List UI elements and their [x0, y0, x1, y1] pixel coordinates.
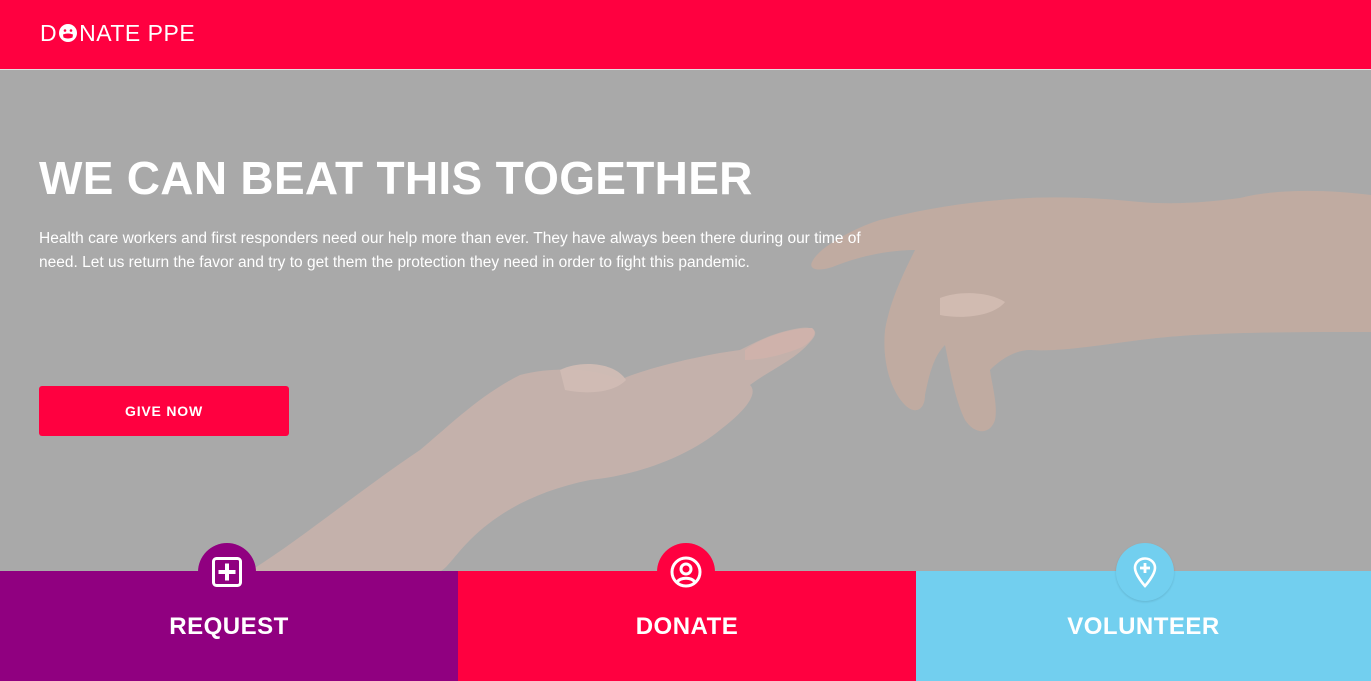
- volunteer-label: VOLUNTEER: [1067, 613, 1220, 640]
- logo-text-start: D: [40, 20, 58, 46]
- request-label: REQUEST: [169, 613, 289, 640]
- plus-square-icon: [212, 557, 242, 587]
- logo-text-end: NATE PPE: [79, 20, 196, 46]
- face-mask-icon: [58, 22, 78, 42]
- hero-description: Health care workers and first responders…: [39, 230, 861, 271]
- site-header: D NATE PPE: [0, 0, 1371, 70]
- give-now-button[interactable]: GIVE NOW: [39, 386, 289, 436]
- hero-title: WE CAN BEAT THIS TOGETHER: [39, 152, 753, 204]
- donate-icon-circle[interactable]: [657, 543, 715, 601]
- donate-label: DONATE: [635, 613, 739, 640]
- reaching-hands-image: [0, 70, 1371, 571]
- user-circle-icon: [670, 556, 702, 588]
- map-pin-plus-icon: [1133, 557, 1157, 588]
- site-logo[interactable]: D NATE PPE: [40, 20, 195, 46]
- request-icon-circle[interactable]: [198, 543, 256, 601]
- volunteer-icon-circle[interactable]: [1116, 543, 1174, 601]
- page: D NATE PPE WE CAN BEAT THIS TOGETHER Hea…: [0, 0, 1371, 681]
- hero-section: WE CAN BEAT THIS TOGETHER Health care wo…: [0, 70, 1371, 571]
